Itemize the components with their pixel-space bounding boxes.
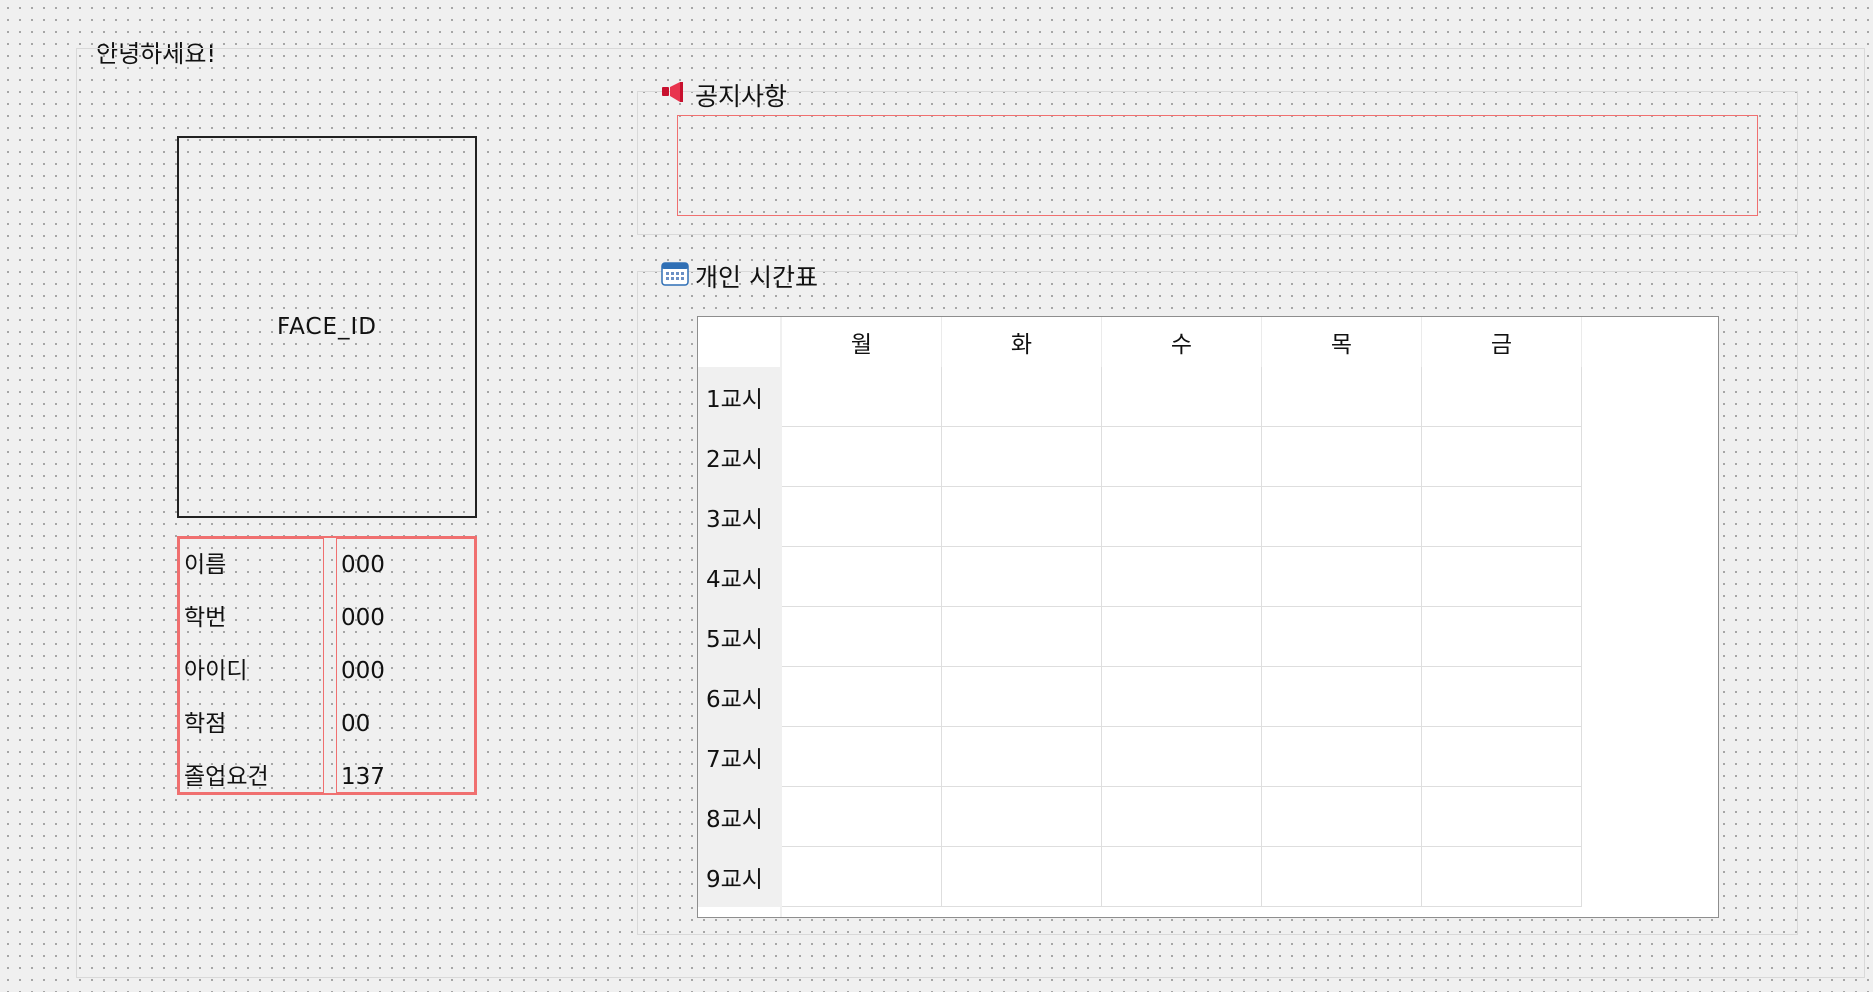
timetable-cell[interactable] bbox=[1102, 607, 1262, 667]
timetable-grid[interactable]: 월 화 수 목 금 1교시 2교시 3교시 4교시 5교시 6교시 7교시 8교… bbox=[697, 316, 1719, 918]
timetable-cell[interactable] bbox=[1262, 547, 1422, 607]
day-header-tue[interactable]: 화 bbox=[942, 317, 1102, 367]
timetable-cell[interactable] bbox=[1422, 847, 1582, 907]
timetable-cell[interactable] bbox=[1262, 367, 1422, 427]
field-value-credits: 00 bbox=[341, 711, 371, 737]
timetable-cell[interactable] bbox=[782, 847, 942, 907]
timetable-cell[interactable] bbox=[1422, 367, 1582, 427]
period-header-7[interactable]: 7교시 bbox=[698, 727, 780, 787]
timetable-cell[interactable] bbox=[1102, 727, 1262, 787]
timetable-cell[interactable] bbox=[942, 727, 1102, 787]
day-header-fri[interactable]: 금 bbox=[1422, 317, 1582, 367]
timetable-cell[interactable] bbox=[942, 787, 1102, 847]
timetable-cell[interactable] bbox=[1422, 547, 1582, 607]
period-header-5[interactable]: 5교시 bbox=[698, 607, 780, 667]
day-header-thu[interactable]: 목 bbox=[1262, 317, 1422, 367]
timetable-cell[interactable] bbox=[942, 607, 1102, 667]
timetable-cell[interactable] bbox=[1422, 427, 1582, 487]
field-value-name: 000 bbox=[341, 552, 385, 578]
notice-title: 공지사항 bbox=[661, 77, 787, 113]
timetable-cell[interactable] bbox=[1422, 787, 1582, 847]
timetable-cell[interactable] bbox=[1262, 427, 1422, 487]
timetable-corner bbox=[698, 317, 780, 367]
timetable-cell[interactable] bbox=[782, 787, 942, 847]
timetable-cell[interactable] bbox=[1262, 607, 1422, 667]
timetable-cell[interactable] bbox=[942, 487, 1102, 547]
timetable-cell[interactable] bbox=[1262, 727, 1422, 787]
face-id-label: FACE_ID bbox=[276, 314, 378, 340]
timetable-cell[interactable] bbox=[942, 547, 1102, 607]
timetable-cell[interactable] bbox=[1102, 427, 1262, 487]
field-value-user-id: 000 bbox=[341, 658, 385, 684]
timetable-title: 개인 시간표 bbox=[661, 258, 818, 294]
timetable-cell[interactable] bbox=[1422, 607, 1582, 667]
field-label-user-id: 아이디 bbox=[184, 658, 248, 684]
period-header-6[interactable]: 6교시 bbox=[698, 667, 780, 727]
day-header-mon[interactable]: 월 bbox=[782, 317, 942, 367]
timetable-cell[interactable] bbox=[782, 367, 942, 427]
timetable-cell[interactable] bbox=[1422, 487, 1582, 547]
timetable-cell[interactable] bbox=[1102, 847, 1262, 907]
timetable-cell[interactable] bbox=[782, 547, 942, 607]
calendar-icon bbox=[661, 260, 689, 292]
timetable-cell[interactable] bbox=[1262, 487, 1422, 547]
timetable-cell[interactable] bbox=[782, 427, 942, 487]
period-header-4[interactable]: 4교시 bbox=[698, 547, 780, 607]
timetable-title-text: 개인 시간표 bbox=[695, 263, 818, 292]
megaphone-icon bbox=[661, 80, 689, 110]
timetable-cell[interactable] bbox=[942, 847, 1102, 907]
timetable-cell[interactable] bbox=[1102, 487, 1262, 547]
timetable-cell[interactable] bbox=[942, 667, 1102, 727]
timetable-cell[interactable] bbox=[1262, 667, 1422, 727]
field-value-student-id: 000 bbox=[341, 605, 385, 631]
field-label-student-id: 학번 bbox=[184, 605, 227, 631]
period-header-2[interactable]: 2교시 bbox=[698, 427, 780, 487]
notice-title-text: 공지사항 bbox=[695, 82, 788, 111]
notice-content bbox=[677, 115, 1758, 216]
timetable-cell[interactable] bbox=[1262, 787, 1422, 847]
timetable-cell[interactable] bbox=[1102, 667, 1262, 727]
field-value-graduation: 137 bbox=[341, 764, 385, 790]
timetable-cell[interactable] bbox=[942, 367, 1102, 427]
timetable-cell[interactable] bbox=[1262, 847, 1422, 907]
period-header-9[interactable]: 9교시 bbox=[698, 847, 780, 907]
timetable-cell[interactable] bbox=[782, 727, 942, 787]
timetable-cell[interactable] bbox=[1102, 547, 1262, 607]
field-label-graduation: 졸업요건 bbox=[184, 764, 269, 790]
timetable-cell[interactable] bbox=[1422, 727, 1582, 787]
timetable-cell[interactable] bbox=[782, 607, 942, 667]
timetable-cell[interactable] bbox=[1102, 367, 1262, 427]
field-label-credits: 학점 bbox=[184, 711, 227, 737]
timetable-cell[interactable] bbox=[782, 667, 942, 727]
profile-label-column: 이름 학번 아이디 학점 졸업요건 bbox=[179, 538, 324, 793]
day-header-wed[interactable]: 수 bbox=[1102, 317, 1262, 367]
field-label-name: 이름 bbox=[184, 552, 227, 578]
timetable-cell[interactable] bbox=[1102, 787, 1262, 847]
timetable-cell[interactable] bbox=[1422, 667, 1582, 727]
period-header-8[interactable]: 8교시 bbox=[698, 787, 780, 847]
period-header-3[interactable]: 3교시 bbox=[698, 487, 780, 547]
profile-info-panel: 이름 학번 아이디 학점 졸업요건 000 000 000 00 137 bbox=[177, 536, 477, 795]
profile-value-column: 000 000 000 00 137 bbox=[336, 538, 475, 793]
timetable-cell[interactable] bbox=[782, 487, 942, 547]
period-header-1[interactable]: 1교시 bbox=[698, 367, 780, 427]
face-id-photo: FACE_ID bbox=[177, 136, 477, 518]
timetable-cell[interactable] bbox=[942, 427, 1102, 487]
